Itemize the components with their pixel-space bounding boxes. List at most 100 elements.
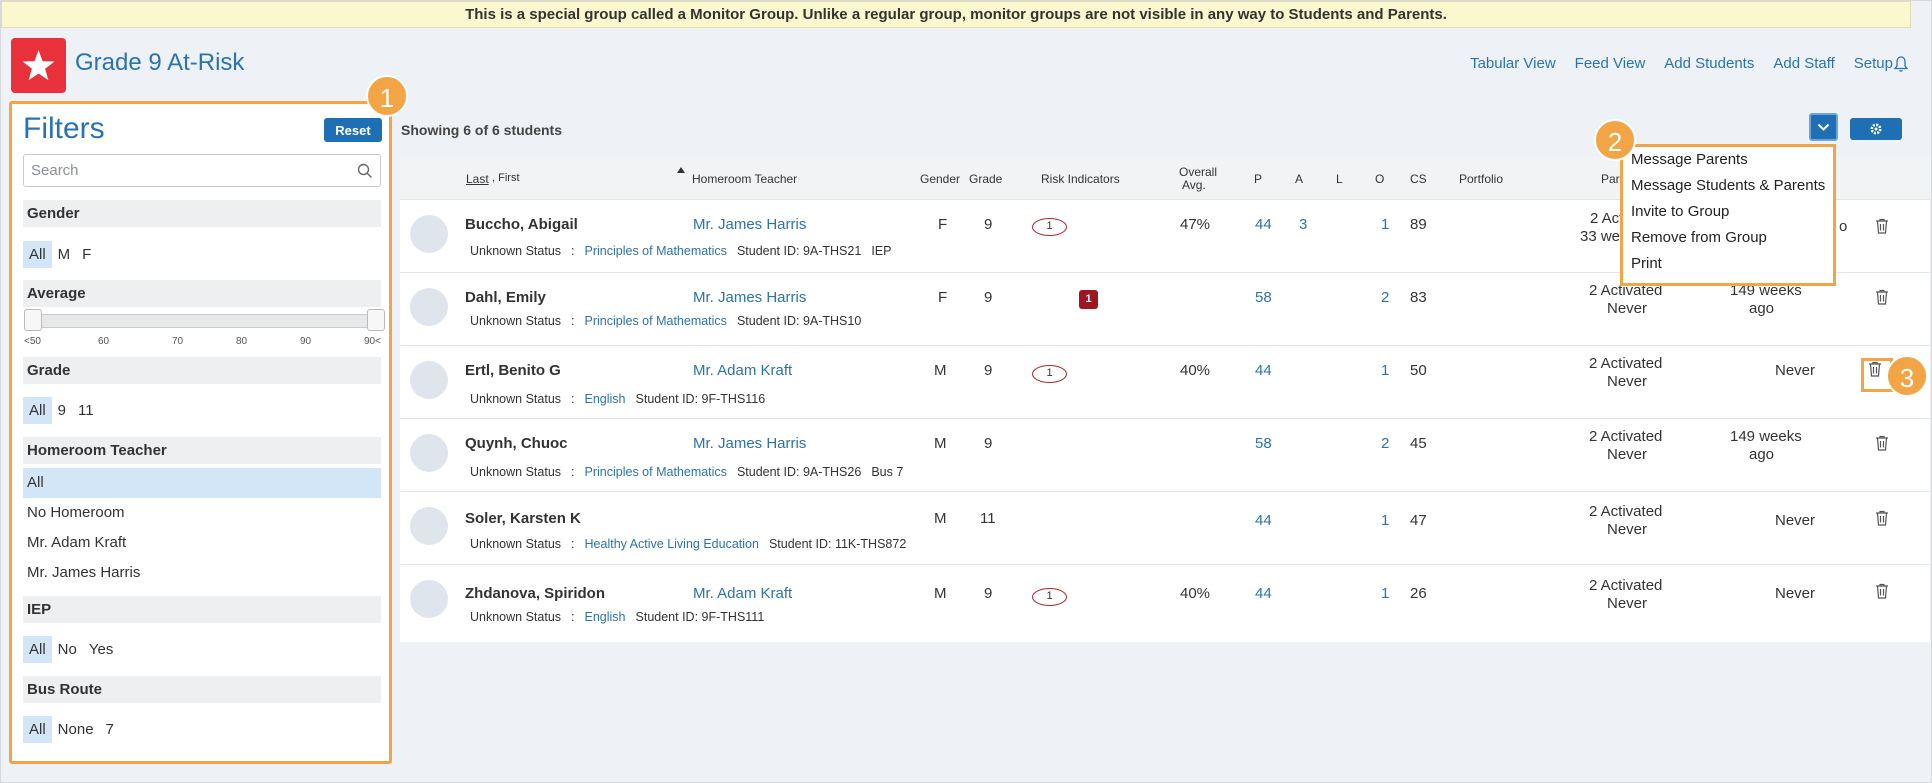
student-id: Student ID: 9A-THS26 [736, 465, 862, 479]
student-name[interactable]: Quynh, Chuoc [465, 435, 568, 452]
star-icon [22, 50, 55, 81]
homeroom-teacher-link[interactable]: Mr. Adam Kraft [693, 362, 792, 379]
menu-item-print[interactable]: Print [1623, 251, 1833, 277]
col-last[interactable]: Last [466, 172, 489, 186]
col-first[interactable]: , First [492, 172, 520, 184]
nav-feed-view[interactable]: Feed View [1575, 55, 1646, 72]
col-p[interactable]: P [1254, 172, 1262, 186]
trash-icon[interactable] [1875, 510, 1889, 526]
trash-icon[interactable] [1875, 583, 1889, 599]
risk-indicator[interactable]: 1 [1032, 588, 1067, 606]
o-count-link[interactable]: 1 [1381, 512, 1389, 529]
col-overall[interactable]: Overall [1179, 165, 1217, 179]
course-link[interactable]: Principles of Mathematics [585, 244, 727, 258]
table-row[interactable]: Quynh, Chuoc Mr. James Harris M 9 58 2 4… [400, 418, 1930, 491]
col-gender[interactable]: Gender [920, 172, 960, 186]
average-slider-min-handle[interactable] [24, 309, 42, 331]
search-input[interactable] [23, 154, 381, 187]
iep-option-no[interactable]: No [52, 636, 83, 663]
homeroom-option-all[interactable]: All [23, 468, 381, 498]
homeroom-option-kraft[interactable]: Mr. Adam Kraft [23, 528, 381, 558]
p-count-link[interactable]: 58 [1255, 435, 1272, 452]
nav-tabular-view[interactable]: Tabular View [1470, 55, 1556, 72]
course-link[interactable]: Healthy Active Living Education [585, 537, 759, 551]
last-visit-cell: Never [1775, 362, 1816, 379]
menu-item-message-parents[interactable]: Message Parents [1623, 147, 1833, 173]
course-link[interactable]: Principles of Mathematics [585, 465, 727, 479]
average-slider-track[interactable] [27, 314, 379, 328]
menu-item-invite-to-group[interactable]: Invite to Group [1623, 199, 1833, 225]
row-details: Unknown Status : Principles of Mathemati… [470, 244, 891, 258]
average-slider-max-handle[interactable] [367, 309, 385, 331]
student-name[interactable]: Zhdanova, Spiridon [465, 585, 605, 602]
col-grade[interactable]: Grade [969, 172, 1002, 186]
col-a[interactable]: A [1295, 172, 1303, 186]
p-count-link[interactable]: 44 [1255, 512, 1272, 529]
o-count-link[interactable]: 2 [1381, 435, 1389, 452]
student-name[interactable]: Ertl, Benito G [465, 362, 561, 379]
iep-option-yes[interactable]: Yes [83, 636, 119, 663]
menu-item-remove-from-group[interactable]: Remove from Group [1623, 225, 1833, 251]
nav-setup[interactable]: Setup [1854, 55, 1893, 72]
bus-route-option-7[interactable]: 7 [100, 716, 120, 743]
grade-option-11[interactable]: 11 [72, 397, 100, 424]
nav-add-students[interactable]: Add Students [1664, 55, 1754, 72]
table-row[interactable]: Ertl, Benito G Mr. Adam Kraft M 9 1 40% … [400, 345, 1930, 418]
bell-icon[interactable] [1893, 55, 1909, 73]
homeroom-teacher-link[interactable]: Mr. James Harris [693, 435, 806, 452]
bus-route-option-all[interactable]: All [23, 716, 52, 743]
parents-status-cell: 2 Activated [1589, 577, 1663, 594]
student-name[interactable]: Dahl, Emily [465, 289, 546, 306]
col-avg[interactable]: Avg. [1182, 178, 1206, 192]
risk-indicator[interactable]: 1 [1032, 365, 1067, 383]
col-cs[interactable]: CS [1410, 172, 1427, 186]
homeroom-option-none[interactable]: No Homeroom [23, 498, 381, 528]
iep-option-all[interactable]: All [23, 636, 52, 663]
col-homeroom[interactable]: Homeroom Teacher [692, 172, 797, 186]
trash-icon[interactable] [1875, 289, 1889, 305]
col-o[interactable]: O [1375, 172, 1384, 186]
grade-cell: 9 [984, 435, 993, 452]
risk-indicator[interactable]: 1 [1032, 218, 1067, 236]
o-count-link[interactable]: 1 [1381, 216, 1389, 233]
grade-option-all[interactable]: All [23, 397, 52, 424]
homeroom-teacher-link[interactable]: Mr. James Harris [693, 289, 806, 306]
p-count-link[interactable]: 58 [1255, 289, 1272, 306]
table-row[interactable]: Zhdanova, Spiridon Mr. Adam Kraft M 9 1 … [400, 564, 1930, 637]
grade-option-9[interactable]: 9 [52, 397, 72, 424]
bus-route-option-none[interactable]: None [52, 716, 100, 743]
col-portfolio[interactable]: Portfolio [1459, 172, 1503, 186]
course-link[interactable]: Principles of Mathematics [585, 314, 727, 328]
reset-button[interactable]: Reset [324, 118, 382, 142]
gender-option-f[interactable]: F [76, 241, 97, 268]
homeroom-teacher-link[interactable]: Mr. James Harris [693, 216, 806, 233]
col-l[interactable]: L [1336, 172, 1343, 186]
o-count-link[interactable]: 1 [1381, 585, 1389, 602]
trash-icon[interactable] [1875, 435, 1889, 451]
p-count-link[interactable]: 44 [1255, 216, 1272, 233]
bus-route-filter-options: All None 7 [23, 716, 120, 743]
col-risk[interactable]: Risk Indicators [1041, 172, 1120, 186]
student-name[interactable]: Soler, Karsten K [465, 510, 581, 527]
p-count-link[interactable]: 44 [1255, 362, 1272, 379]
cs-cell: 89 [1410, 216, 1427, 233]
homeroom-option-harris[interactable]: Mr. James Harris [23, 558, 381, 588]
a-count-link[interactable]: 3 [1299, 216, 1307, 233]
actions-dropdown-button[interactable] [1809, 113, 1838, 141]
risk-indicator[interactable]: 1 [1079, 290, 1098, 309]
course-link[interactable]: English [585, 392, 626, 406]
p-count-link[interactable]: 44 [1255, 585, 1272, 602]
o-count-link[interactable]: 1 [1381, 362, 1389, 379]
settings-button[interactable] [1850, 118, 1902, 140]
homeroom-teacher-link[interactable]: Mr. Adam Kraft [693, 585, 792, 602]
gender-option-m[interactable]: M [52, 241, 77, 268]
table-row[interactable]: Soler, Karsten K M 11 44 1 47 2 Activate… [400, 491, 1930, 564]
student-name[interactable]: Buccho, Abigail [465, 216, 578, 233]
nav-add-staff[interactable]: Add Staff [1773, 55, 1834, 72]
menu-item-message-students-parents[interactable]: Message Students & Parents [1623, 173, 1833, 199]
gender-option-all[interactable]: All [23, 241, 52, 268]
course-link[interactable]: English [585, 610, 626, 624]
o-count-link[interactable]: 2 [1381, 289, 1389, 306]
grade-cell: 9 [984, 362, 993, 379]
trash-icon[interactable] [1875, 218, 1889, 234]
